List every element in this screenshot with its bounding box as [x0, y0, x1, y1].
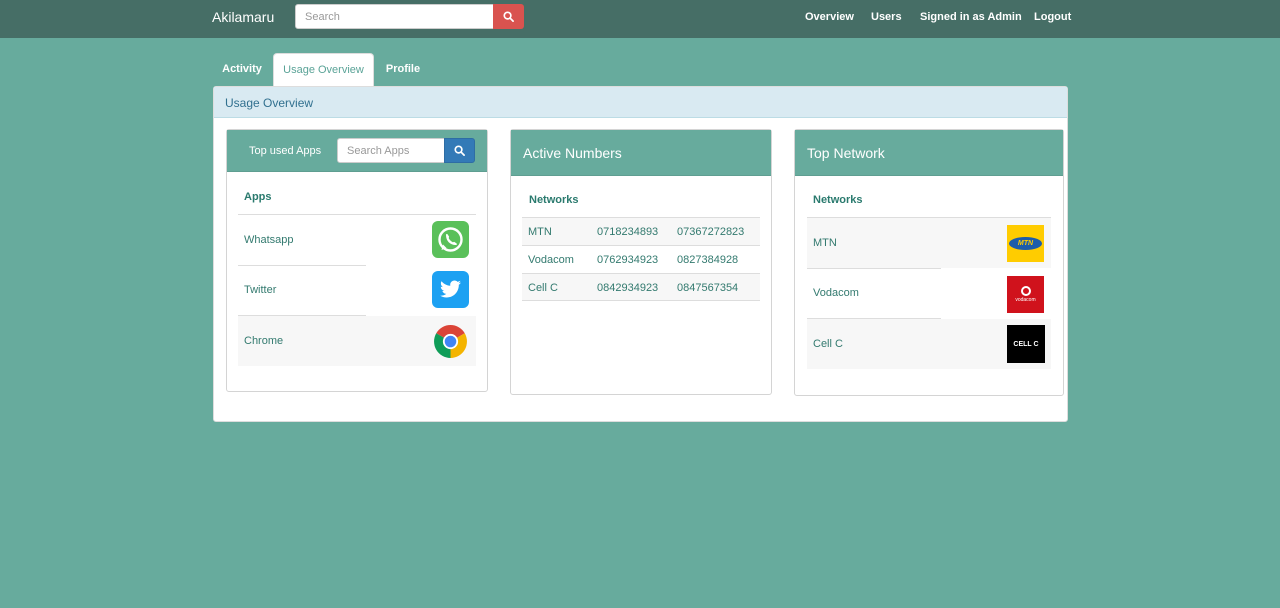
top-apps-card: Top used Apps Apps Whatsapp [226, 129, 488, 392]
search-icon [454, 145, 465, 156]
phone-number: 0847567354 [677, 282, 739, 294]
whatsapp-icon [432, 221, 469, 258]
phone-number: 07367272823 [677, 226, 745, 238]
twitter-icon [432, 271, 469, 308]
tab-usage-overview[interactable]: Usage Overview [273, 53, 374, 87]
usage-overview-panel: Usage Overview Top used Apps Apps Whatsa… [213, 86, 1068, 422]
top-apps-title: Top used Apps [249, 145, 322, 157]
nav-link-signed-in[interactable]: Signed in as Admin [920, 11, 1022, 23]
app-row-whatsapp[interactable]: Whatsapp [238, 215, 476, 265]
app-name: Twitter [244, 284, 277, 296]
nav-link-overview[interactable]: Overview [805, 11, 854, 23]
apps-column-header: Apps [244, 191, 272, 203]
search-field[interactable] [295, 4, 494, 29]
chrome-icon [432, 323, 469, 360]
network-name: Vodacom [813, 287, 859, 299]
number-row-vodacom: Vodacom 0762934923 0827384928 [522, 246, 760, 273]
network-name: Cell C [813, 338, 843, 350]
active-numbers-title: Active Numbers [523, 145, 622, 161]
phone-number: 0842934923 [597, 282, 659, 294]
mtn-logo: MTN [1007, 225, 1044, 262]
phone-number: 0762934923 [597, 254, 659, 266]
tab-activity[interactable]: Activity [213, 53, 271, 87]
network-row-cellc: Cell C CELL C [807, 319, 1051, 369]
top-apps-header: Top used Apps [227, 130, 487, 172]
networks-column-header: Networks [813, 194, 863, 206]
top-network-header: Top Network [795, 130, 1063, 176]
brand-logo[interactable]: Akilamaru [212, 9, 274, 25]
search-apps-button[interactable] [444, 138, 475, 163]
network-row-vodacom: Vodacom vodacom [807, 269, 1051, 319]
vodacom-logo-text: vodacom [1015, 297, 1036, 303]
number-row-cellc: Cell C 0842934923 0847567354 [522, 274, 760, 301]
phone-number: 0718234893 [597, 226, 659, 238]
networks-column-header: Networks [529, 194, 579, 206]
search-apps-input[interactable] [338, 139, 444, 162]
network-name: MTN [813, 237, 837, 249]
search-apps-field[interactable] [337, 138, 445, 163]
search-input[interactable] [296, 5, 493, 28]
number-row-mtn: MTN 0718234893 07367272823 [522, 218, 760, 245]
nav-link-users[interactable]: Users [871, 11, 902, 23]
nav-link-logout[interactable]: Logout [1034, 11, 1071, 23]
search-button[interactable] [493, 4, 524, 29]
top-network-card: Top Network Networks MTN MTN Vodacom vod… [794, 129, 1064, 396]
phone-number: 0827384928 [677, 254, 739, 266]
navbar: Akilamaru Overview Users Signed in as Ad… [0, 0, 1280, 38]
network-name: Vodacom [528, 254, 574, 266]
tab-profile[interactable]: Profile [377, 53, 429, 87]
vodacom-logo: vodacom [1007, 276, 1044, 313]
panel-title: Usage Overview [214, 87, 1067, 118]
active-numbers-header: Active Numbers [511, 130, 771, 176]
app-row-chrome[interactable]: Chrome [238, 316, 476, 366]
active-numbers-card: Active Numbers Networks MTN 0718234893 0… [510, 129, 772, 395]
mtn-logo-text: MTN [1017, 240, 1034, 247]
cellc-logo-text: CELL C [1013, 340, 1039, 348]
network-name: MTN [528, 226, 552, 238]
app-name: Whatsapp [244, 234, 294, 246]
network-name: Cell C [528, 282, 558, 294]
cellc-logo: CELL C [1007, 325, 1045, 363]
network-row-mtn: MTN MTN [807, 218, 1051, 268]
app-name: Chrome [244, 335, 284, 347]
top-network-title: Top Network [807, 145, 885, 161]
search-icon [503, 11, 514, 22]
app-row-twitter[interactable]: Twitter [238, 266, 476, 316]
